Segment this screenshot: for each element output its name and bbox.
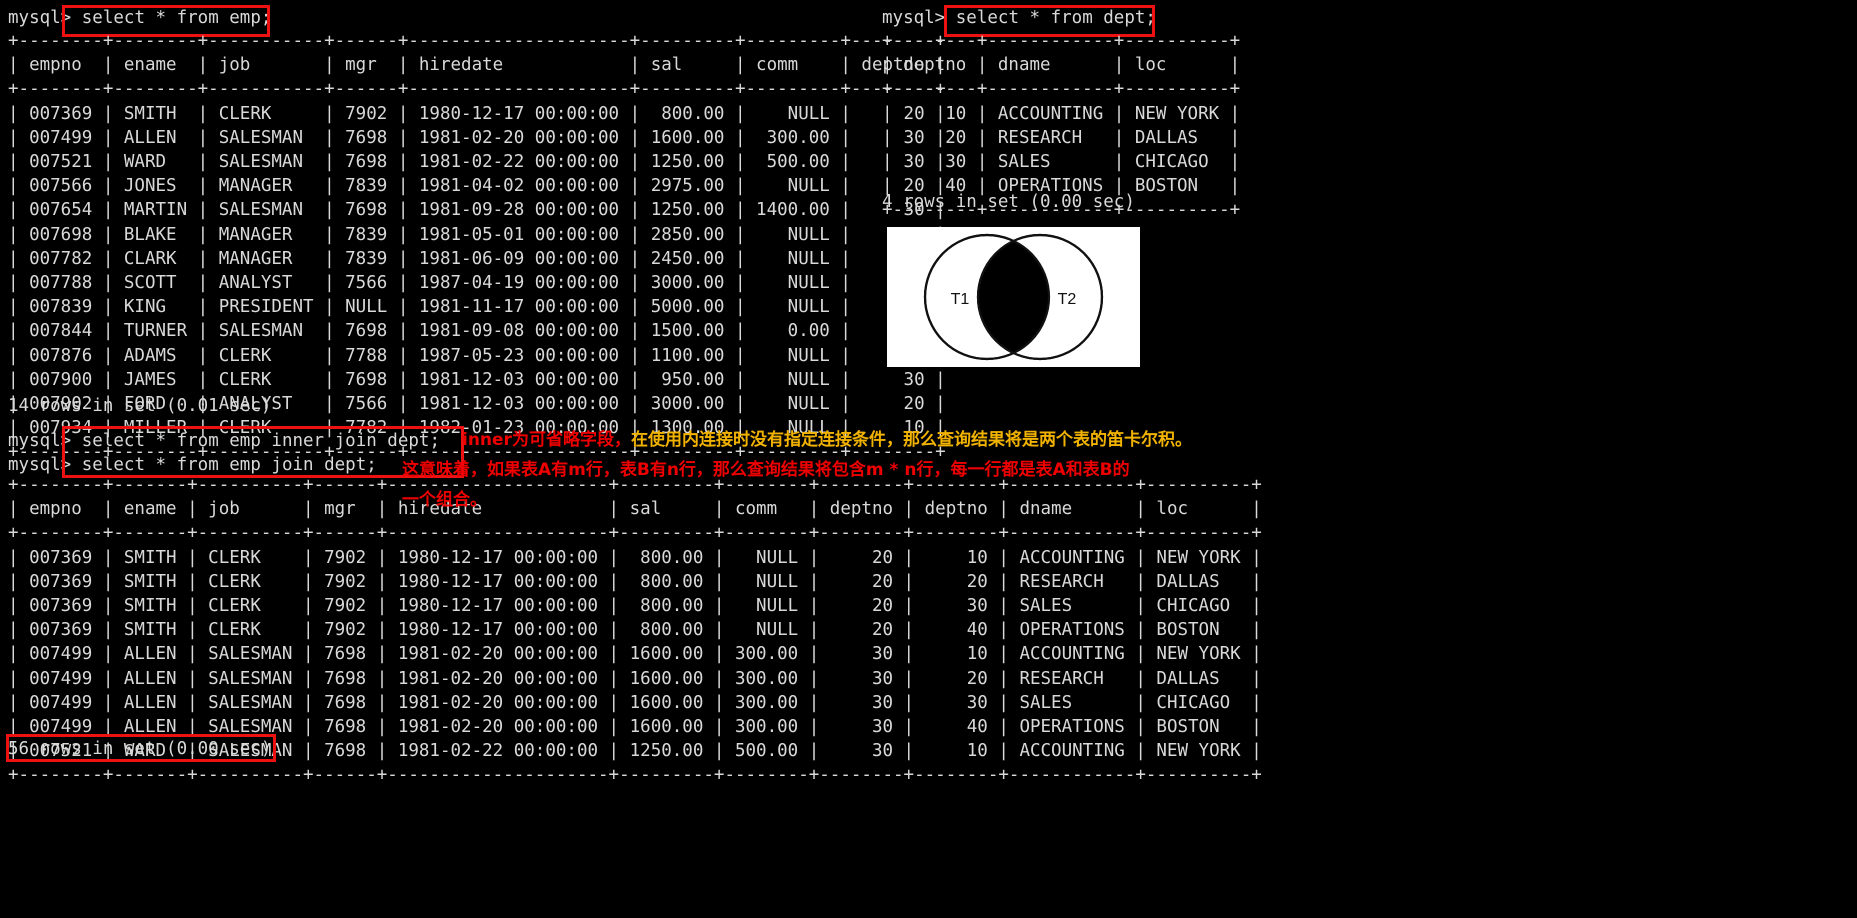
- inner-join-venn-diagram: T1 T2: [887, 227, 1140, 367]
- join-query-2-text[interactable]: select * from emp join dept;: [82, 455, 377, 475]
- emp-query-line: mysql> select * from emp;: [8, 6, 271, 30]
- join-query-1-line: mysql> select * from emp inner join dept…: [8, 429, 440, 453]
- dept-status-line: 4 rows in set (0.00 sec): [882, 192, 1135, 212]
- venn-left-label: T1: [951, 291, 970, 308]
- venn-right-label: T2: [1058, 291, 1077, 308]
- dept-query-line: mysql> select * from dept;: [882, 6, 1156, 30]
- annotation-line-1: inner为可省略字段，在使用内连接时没有指定连接条件，那么查询结果将是两个表的…: [462, 425, 1192, 455]
- dept-query-text[interactable]: select * from dept;: [956, 8, 1156, 28]
- annotation-line-3: 一个组合。: [402, 490, 487, 510]
- annotation-line-1-red: inner为可省略字段，: [462, 430, 631, 450]
- join-status-line: 56 rows in set (0.00 sec): [8, 739, 272, 759]
- mysql-prompt: mysql>: [8, 455, 82, 475]
- emp-query-text[interactable]: select * from emp;: [82, 8, 272, 28]
- mysql-prompt: mysql>: [8, 431, 82, 451]
- mysql-prompt: mysql>: [8, 8, 82, 28]
- emp-status-line: 14 rows in set (0.01 sec): [8, 396, 272, 416]
- annotation-line-2: 这意味着，如果表A有m行，表B有n行，那么查询结果将包含m * n行，每一行都是…: [402, 460, 1130, 480]
- join-query-1-text[interactable]: select * from emp inner join dept;: [82, 431, 440, 451]
- annotation-line-1-yellow: 在使用内连接时没有指定连接条件，那么查询结果将是两个表的笛卡尔积。: [630, 430, 1192, 450]
- mysql-prompt: mysql>: [882, 8, 956, 28]
